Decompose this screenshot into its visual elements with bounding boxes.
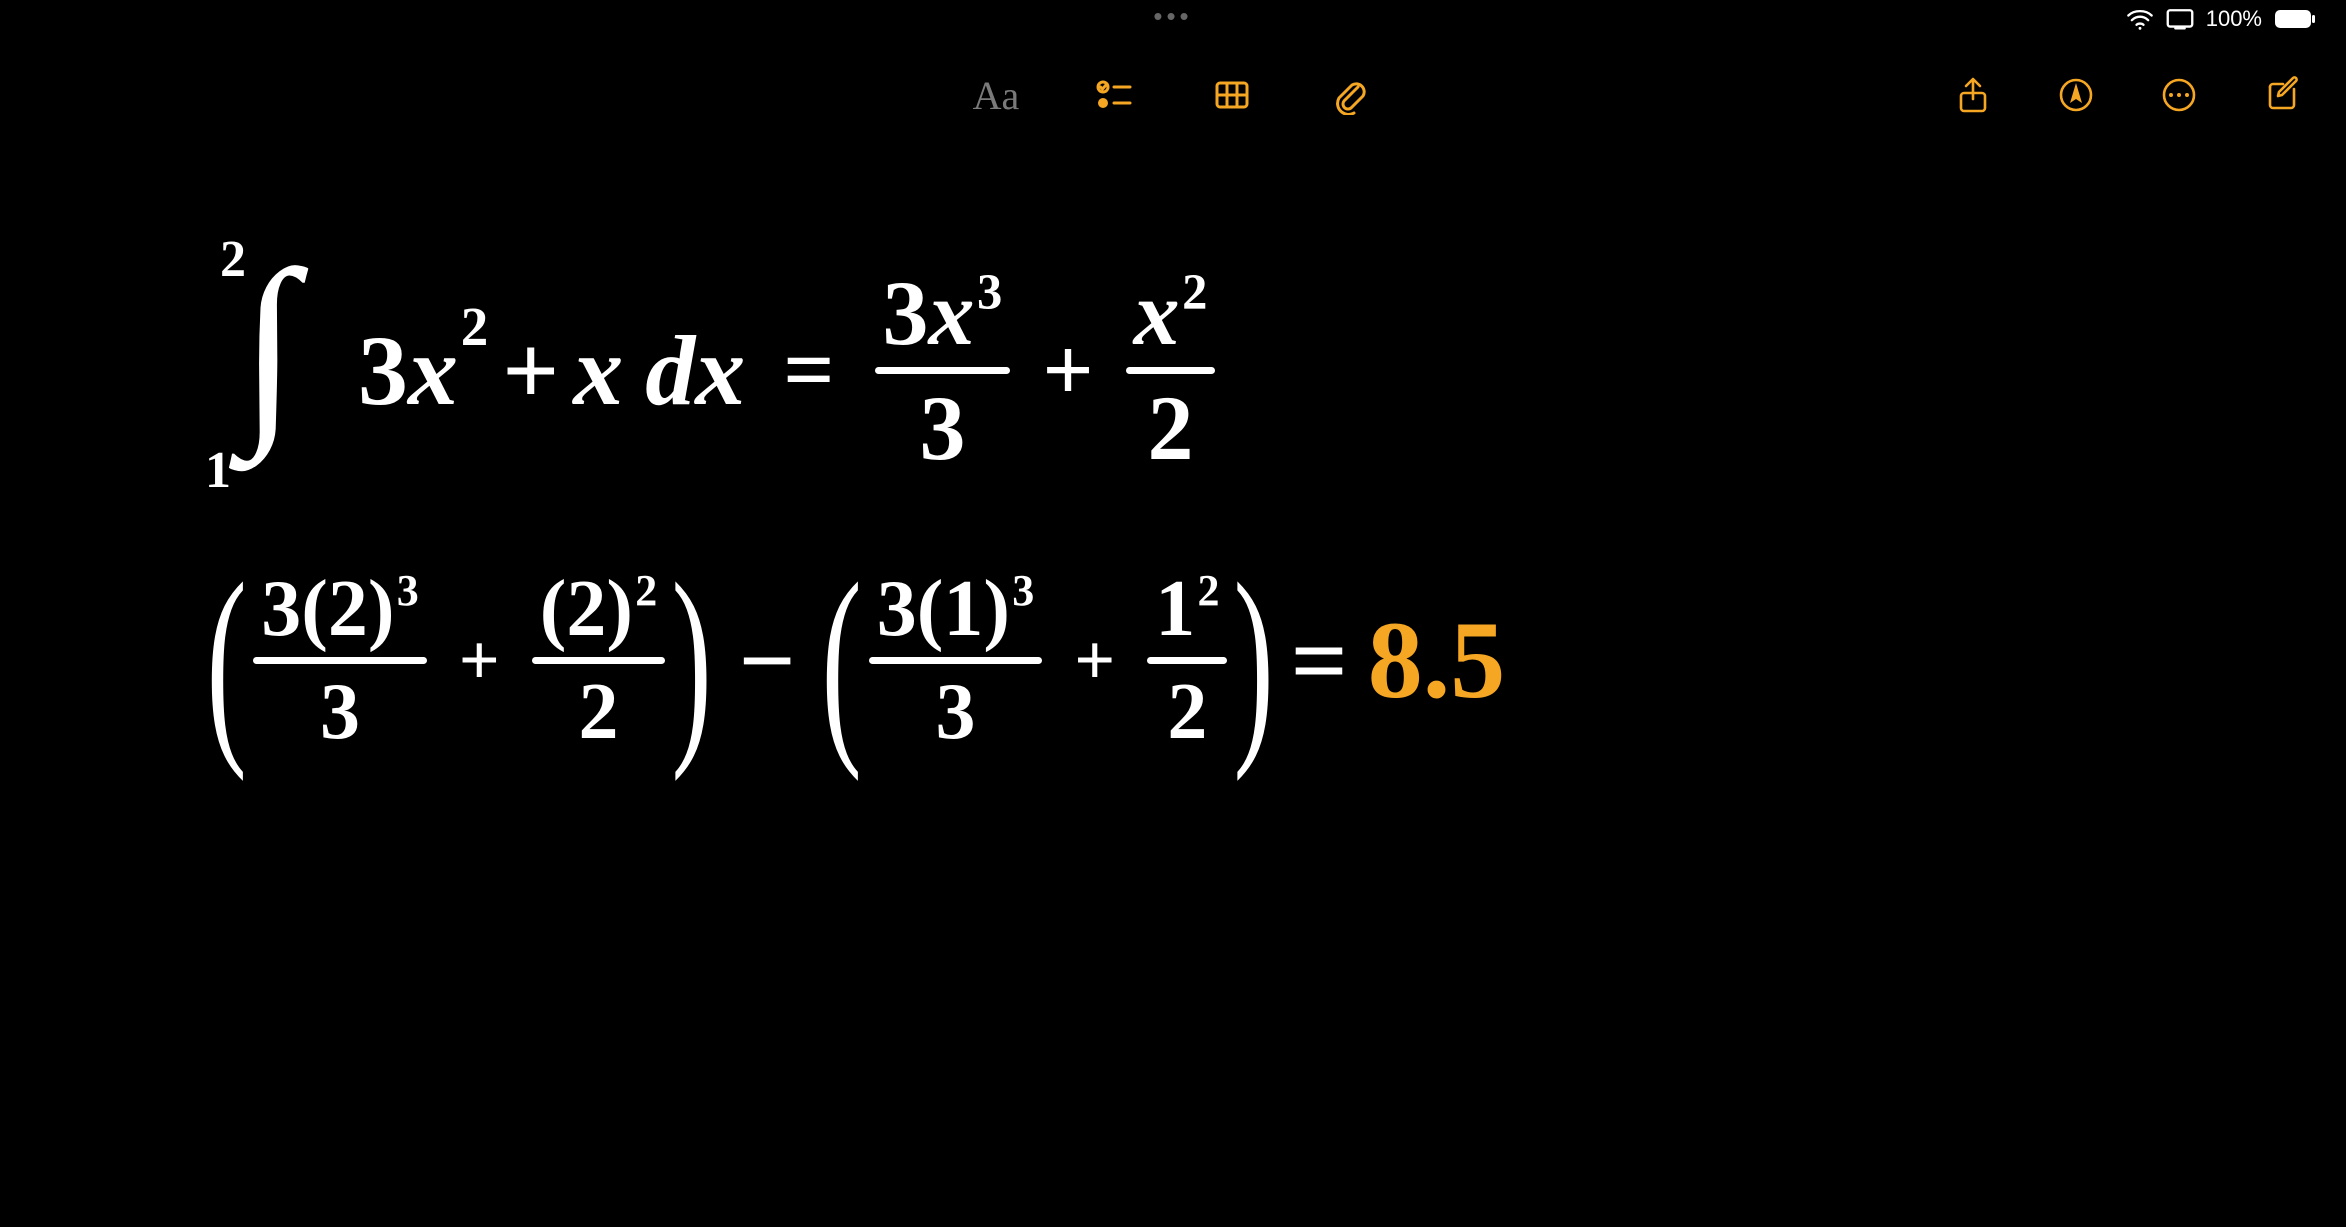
battery-percent-label: 100% [2206, 6, 2262, 32]
attachment-button[interactable] [1326, 71, 1374, 119]
text-format-label: Aa [973, 72, 1020, 119]
open-paren-2: ( [822, 572, 862, 748]
fraction-1: 3x3 3 [875, 267, 1011, 474]
drawing-canvas[interactable]: 2 ∫ 1 3x2 + x dx = 3x3 3 + x2 2 ( 3(2)3 [0, 180, 2346, 1227]
close-paren-2: ) [1234, 572, 1274, 748]
equals-sign: = [783, 319, 834, 422]
fraction-2: x2 2 [1126, 267, 1216, 474]
minus-sign: − [739, 603, 796, 718]
group1-fraction-1: 3(2)3 3 [253, 569, 426, 752]
computed-result: 8.5 [1368, 597, 1506, 724]
more-button[interactable] [2155, 71, 2203, 119]
table-button[interactable] [1208, 71, 1256, 119]
integral-symbol: 2 ∫ 1 [210, 250, 350, 490]
status-bar: ••• 100% [0, 0, 2346, 40]
close-paren: ) [672, 572, 712, 748]
group2-fraction-1: 3(1)3 3 [869, 569, 1042, 752]
result-equals: = [1291, 603, 1348, 718]
battery-icon [2274, 9, 2316, 29]
toolbar: Aa [0, 60, 2346, 130]
open-paren: ( [206, 572, 246, 748]
group1-fraction-2: (2)2 2 [532, 569, 665, 752]
text-format-button[interactable]: Aa [972, 71, 1020, 119]
screen-mirror-icon [2166, 8, 2194, 30]
wifi-icon [2126, 8, 2154, 30]
share-button[interactable] [1949, 71, 1997, 119]
status-right: 100% [2126, 6, 2316, 32]
markup-button[interactable] [2052, 71, 2100, 119]
integral-lower-limit: 1 [205, 441, 231, 500]
integrand: 3x2 + x dx [358, 313, 745, 428]
checklist-button[interactable] [1090, 71, 1138, 119]
compose-button[interactable] [2258, 71, 2306, 119]
equation-line-1: 2 ∫ 1 3x2 + x dx = 3x3 3 + x2 2 [210, 240, 1225, 500]
multitasking-dots[interactable]: ••• [1153, 3, 1192, 29]
dx: dx [645, 313, 745, 428]
equation-line-2: ( 3(2)3 3 + (2)2 2 ) − ( 3(1)3 3 + 12 2 … [210, 530, 1505, 790]
group2-fraction-2: 12 2 [1147, 569, 1227, 752]
